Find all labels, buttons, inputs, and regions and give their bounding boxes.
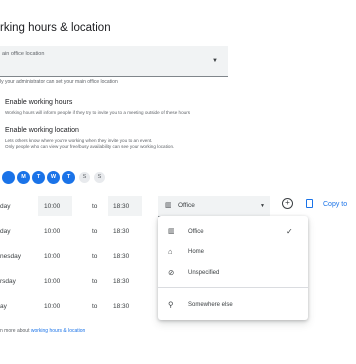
start-time-value[interactable]: 10:00 — [44, 253, 60, 260]
menu-item-office[interactable]: ▥ Office ✓ — [158, 222, 308, 242]
main-office-location-select[interactable]: ain office location ▼ — [0, 46, 228, 77]
location-dropdown-menu: ▥ Office ✓ ⌂ Home ⊘ Unspecified ⚲ Somewh… — [158, 216, 308, 320]
menu-item-label: Office — [188, 229, 204, 235]
time-separator: to — [92, 303, 98, 310]
learn-more-text: n more about working hours & location — [0, 328, 85, 334]
add-time-range-icon[interactable]: + — [282, 198, 293, 209]
location-off-icon: ⊘ — [168, 268, 175, 277]
time-separator: to — [92, 203, 98, 210]
menu-item-home[interactable]: ⌂ Home — [158, 242, 308, 262]
learn-more-prefix: n more about — [0, 328, 31, 334]
day-toggle-sunday[interactable]: S — [94, 172, 105, 183]
end-time-value: 18:30 — [113, 203, 130, 210]
menu-item-label: Home — [188, 249, 205, 255]
menu-divider — [158, 287, 308, 288]
start-time-value[interactable]: 10:00 — [44, 228, 60, 235]
working-location-description-2: Only people who can view your free/busy … — [5, 144, 175, 149]
day-toggle-wednesday[interactable]: W — [47, 171, 60, 184]
menu-item-unspecified[interactable]: ⊘ Unspecified — [158, 263, 308, 283]
end-time-value[interactable]: 18:30 — [113, 303, 129, 310]
day-toggle-tuesday[interactable]: T — [32, 171, 45, 184]
working-location-select[interactable]: ▥ Office ▼ — [158, 196, 270, 217]
office-building-icon: ▥ — [165, 202, 172, 209]
enable-working-hours-label[interactable]: Enable working hours — [5, 99, 72, 106]
menu-item-label: Unspecified — [188, 270, 220, 276]
schedule-day-label: day — [0, 228, 11, 235]
day-toggle-monday[interactable]: M — [17, 171, 30, 184]
learn-more-link[interactable]: working hours & location — [31, 328, 85, 334]
menu-item-label: Somewhere else — [188, 302, 233, 308]
map-pin-icon: ⚲ — [168, 300, 174, 309]
menu-item-somewhere-else[interactable]: ⚲ Somewhere else — [158, 295, 308, 315]
schedule-day-label: day — [0, 203, 11, 210]
dropdown-arrow-icon: ▼ — [212, 58, 218, 64]
check-icon: ✓ — [286, 227, 293, 236]
day-toggle-saturday[interactable]: S — [79, 172, 90, 183]
day-toggle-thursday[interactable]: T — [62, 171, 75, 184]
copy-icon[interactable] — [306, 199, 313, 208]
time-separator: to — [92, 253, 98, 260]
page-title: rking hours & location — [0, 22, 111, 34]
schedule-day-label: rsday — [0, 278, 16, 285]
start-time-value[interactable]: 10:00 — [44, 278, 60, 285]
enable-working-location-label[interactable]: Enable working location — [5, 127, 79, 134]
time-separator: to — [92, 228, 98, 235]
end-time-value[interactable]: 18:30 — [113, 253, 129, 260]
start-time-value: 10:00 — [44, 203, 61, 210]
day-toggle[interactable] — [2, 171, 15, 184]
schedule-day-label: nesday — [0, 253, 21, 260]
working-hours-description: Working hours will inform people if they… — [5, 110, 191, 115]
schedule-day-label: ay — [0, 303, 7, 310]
office-building-icon: ▥ — [168, 228, 175, 235]
working-location-value: Office — [178, 202, 195, 209]
end-time-value[interactable]: 18:30 — [113, 278, 129, 285]
time-separator: to — [92, 278, 98, 285]
home-icon: ⌂ — [168, 247, 173, 256]
dropdown-arrow-icon: ▼ — [260, 203, 265, 209]
main-office-location-label: ain office location — [2, 51, 45, 57]
copy-to-button[interactable]: Copy to — [323, 201, 347, 208]
end-time-value[interactable]: 18:30 — [113, 228, 129, 235]
start-time-value[interactable]: 10:00 — [44, 303, 60, 310]
main-office-helper-text: ly your administrator can set your main … — [0, 79, 118, 85]
